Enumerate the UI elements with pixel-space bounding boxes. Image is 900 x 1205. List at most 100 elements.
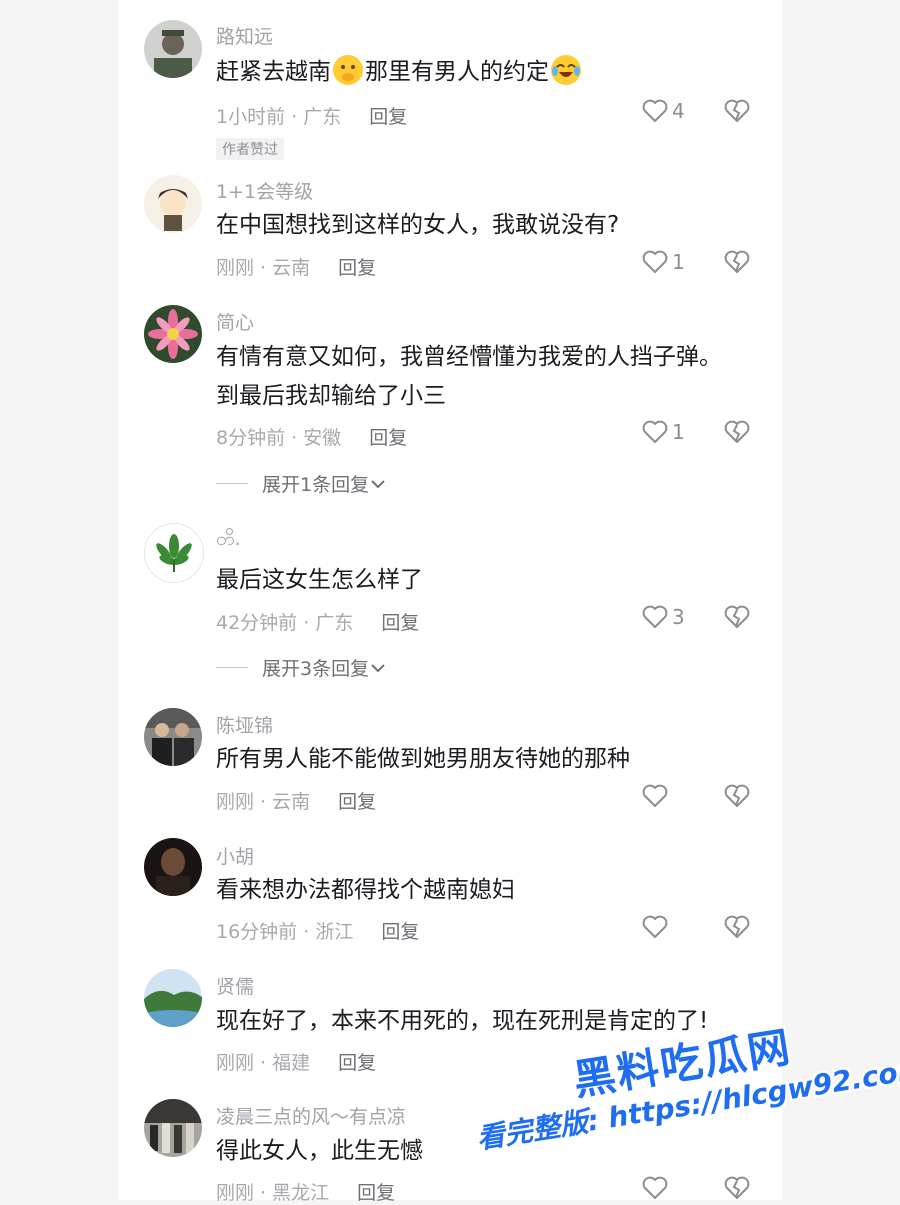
- like-button[interactable]: 1: [642, 420, 685, 444]
- chevron-down-icon: [371, 663, 385, 672]
- comment-time: 刚刚: [216, 257, 255, 279]
- comment-text: 有情有意又如何，我曾经懵懂为我爱的人挡子弹。: [216, 344, 722, 370]
- dislike-button[interactable]: [724, 420, 750, 448]
- avatar[interactable]: [144, 708, 202, 766]
- divider-line: [216, 667, 248, 668]
- dislike-button[interactable]: [724, 250, 750, 278]
- comment-text: 赶紧去越南 那里有男人的约定: [216, 52, 583, 92]
- like-button[interactable]: [642, 1176, 672, 1200]
- comment-meta: 刚刚 · 云南 回复: [216, 787, 376, 814]
- broken-heart-icon: [724, 784, 750, 807]
- broken-heart-icon: [724, 250, 750, 273]
- broken-heart-icon: [724, 420, 750, 443]
- like-button[interactable]: 1: [642, 250, 685, 274]
- comment-location: 安徽: [303, 427, 342, 449]
- reply-button[interactable]: 回复: [369, 106, 407, 128]
- reply-button[interactable]: 回复: [338, 791, 376, 813]
- dislike-button[interactable]: [724, 784, 750, 812]
- expand-replies-label: 展开3条回复: [262, 658, 370, 680]
- comment-time: 刚刚: [216, 791, 255, 813]
- username[interactable]: 贤儒: [216, 972, 254, 999]
- comment-meta: 16分钟前 · 浙江 回复: [216, 917, 419, 944]
- username[interactable]: 小胡: [216, 842, 254, 869]
- meta-separator: ·: [285, 106, 304, 128]
- heart-outline-icon: [642, 420, 668, 443]
- broken-heart-icon: [724, 915, 750, 938]
- comment-time: 刚刚: [216, 1182, 255, 1204]
- divider-line: [216, 483, 248, 484]
- broken-heart-icon: [724, 605, 750, 628]
- comment-meta: 42分钟前 · 广东 回复: [216, 608, 419, 635]
- avatar[interactable]: [144, 1099, 202, 1157]
- like-button[interactable]: [642, 784, 672, 808]
- broken-heart-icon: [724, 1176, 750, 1199]
- username[interactable]: 简心: [216, 308, 254, 335]
- reply-button[interactable]: 回复: [338, 1052, 376, 1074]
- username[interactable]: တိ.: [216, 527, 241, 555]
- comment-meta: 8分钟前 · 安徽 回复: [216, 423, 407, 450]
- like-count: 4: [672, 99, 685, 123]
- heart-outline-icon: [642, 915, 668, 938]
- reply-button[interactable]: 回复: [381, 921, 419, 943]
- comment-time: 1小时前: [216, 106, 286, 128]
- expand-replies-button[interactable]: 展开3条回复: [216, 654, 387, 681]
- dislike-button[interactable]: [724, 99, 750, 127]
- meta-separator: ·: [297, 921, 316, 943]
- chevron-down-icon: [371, 479, 385, 488]
- avatar[interactable]: [144, 523, 204, 583]
- reply-button[interactable]: 回复: [357, 1182, 395, 1204]
- comment-location: 浙江: [315, 921, 354, 943]
- meta-separator: ·: [285, 427, 304, 449]
- crying-laughing-emoji-icon: [551, 55, 581, 85]
- username[interactable]: 1+1会等级: [216, 177, 313, 204]
- comment-location: 云南: [272, 257, 311, 279]
- comment-text-part: 赶紧去越南: [216, 59, 331, 85]
- like-button[interactable]: 3: [642, 605, 685, 629]
- like-count: 3: [672, 605, 685, 629]
- heart-outline-icon: [642, 99, 668, 122]
- comment-location: 福建: [272, 1052, 311, 1074]
- comment-text: 看来想办法都得找个越南媳妇: [216, 877, 515, 903]
- reply-button[interactable]: 回复: [381, 612, 419, 634]
- comment-text: 最后这女生怎么样了: [216, 567, 423, 593]
- reply-button[interactable]: 回复: [369, 427, 407, 449]
- comment-location: 广东: [303, 106, 342, 128]
- comment-meta: 1小时前 · 广东 回复: [216, 102, 407, 129]
- heart-outline-icon: [642, 250, 668, 273]
- meta-separator: ·: [297, 612, 316, 634]
- username[interactable]: 路知远: [216, 22, 273, 49]
- meta-separator: ·: [254, 791, 273, 813]
- like-button[interactable]: 4: [642, 99, 685, 123]
- like-button[interactable]: [642, 915, 672, 939]
- avatar[interactable]: [144, 969, 202, 1027]
- meta-separator: ·: [254, 257, 273, 279]
- expand-replies-button[interactable]: 展开1条回复: [216, 470, 387, 497]
- author-liked-badge: 作者赞过: [216, 138, 284, 160]
- shushing-face-emoji-icon: [333, 55, 363, 85]
- reply-button[interactable]: 回复: [338, 257, 376, 279]
- comment-meta: 刚刚 · 黑龙江 回复: [216, 1178, 395, 1205]
- avatar[interactable]: [144, 20, 202, 78]
- username[interactable]: 凌晨三点的风～有点凉: [216, 1102, 406, 1129]
- avatar[interactable]: [144, 838, 202, 896]
- dislike-button[interactable]: [724, 605, 750, 633]
- comment-text: 得此女人，此生无憾: [216, 1138, 423, 1164]
- avatar[interactable]: [144, 305, 202, 363]
- comment-list[interactable]: 路知远 赶紧去越南 那里有男人的约定 1小时前 · 广东 回复 4 作者赞过 1+1…: [118, 0, 782, 1204]
- heart-outline-icon: [642, 784, 668, 807]
- comment-text: 在中国想找到这样的女人，我敢说没有?: [216, 212, 620, 238]
- like-count: 1: [672, 250, 685, 274]
- avatar[interactable]: [144, 175, 202, 233]
- broken-heart-icon: [724, 99, 750, 122]
- dislike-button[interactable]: [724, 915, 750, 943]
- comment-time: 刚刚: [216, 1052, 255, 1074]
- expand-replies-label: 展开1条回复: [262, 474, 370, 496]
- meta-separator: ·: [254, 1182, 273, 1204]
- username[interactable]: 陈垭锦: [216, 711, 273, 738]
- comment-time: 42分钟前: [216, 612, 298, 634]
- heart-outline-icon: [642, 605, 668, 628]
- comment-time: 16分钟前: [216, 921, 298, 943]
- heart-outline-icon: [642, 1176, 668, 1199]
- comment-location: 云南: [272, 791, 311, 813]
- comment-meta: 刚刚 · 福建 回复: [216, 1048, 376, 1075]
